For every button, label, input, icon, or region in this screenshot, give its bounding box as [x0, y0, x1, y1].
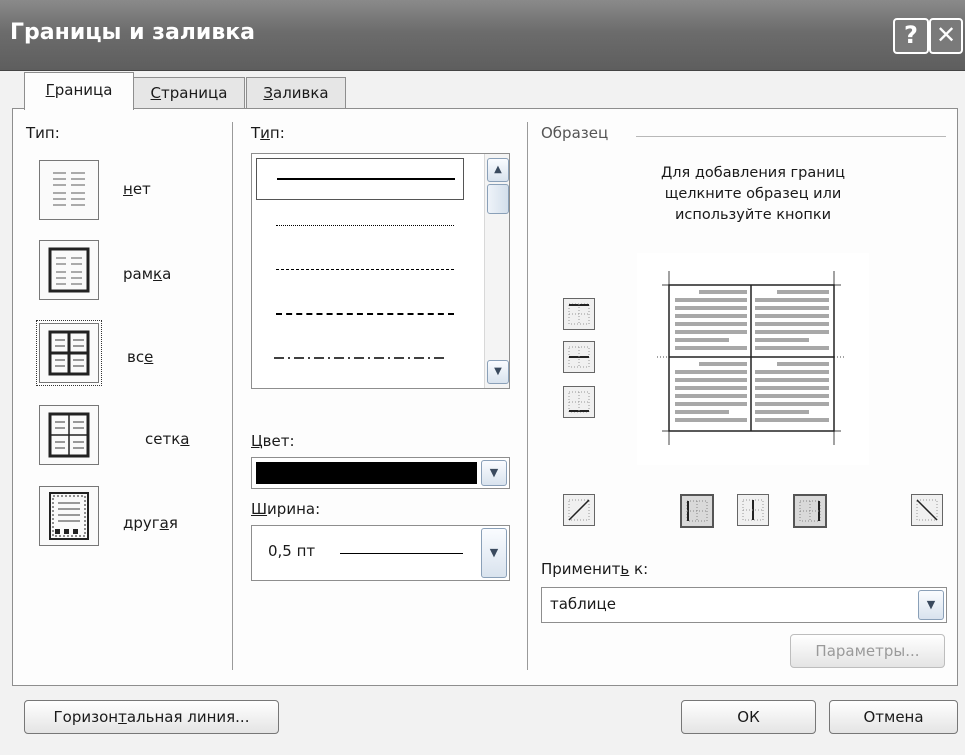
diagonal-up-icon — [568, 499, 590, 521]
border-inside-horizontal-button[interactable] — [563, 341, 595, 373]
color-label: Цвет: — [251, 432, 295, 450]
window-title: Границы и заливка — [10, 20, 256, 45]
cancel-button[interactable]: Отмена — [829, 700, 958, 734]
border-inside-vertical-icon — [742, 499, 764, 521]
border-grid-icon — [48, 412, 90, 458]
apply-to-dropdown[interactable]: таблице ▼ — [541, 587, 947, 623]
width-sample-line — [340, 553, 463, 554]
border-bottom-icon — [568, 391, 590, 413]
preview-area[interactable] — [637, 253, 869, 465]
preset-grid[interactable] — [39, 405, 99, 465]
column-divider-left — [232, 122, 233, 670]
close-icon: ✕ — [935, 21, 957, 49]
dash-dot-line — [274, 357, 448, 359]
table-preview — [657, 271, 846, 445]
apply-to-label: Применить к: — [541, 560, 649, 578]
diagonal-up-button[interactable] — [563, 494, 595, 526]
line-style-dotted[interactable] — [256, 206, 462, 246]
apply-to-value: таблице — [550, 595, 616, 613]
tab-page-border[interactable]: Страница — [133, 77, 245, 110]
tab-border[interactable]: Граница — [24, 72, 134, 110]
style-label: Тип: — [251, 124, 285, 142]
preset-all-label: все — [127, 348, 154, 366]
width-value: 0,5 пт — [268, 542, 316, 560]
line-style-solid[interactable] — [256, 158, 464, 200]
preset-none[interactable] — [39, 160, 99, 220]
options-button[interactable]: Параметры... — [790, 634, 945, 668]
width-dropdown[interactable]: 0,5 пт ▼ — [251, 525, 510, 581]
help-icon: ? — [904, 21, 918, 49]
close-button[interactable]: ✕ — [929, 18, 963, 54]
border-top-icon — [568, 303, 590, 325]
diagonal-down-icon — [916, 499, 938, 521]
preset-box[interactable] — [39, 240, 99, 300]
chevron-down-icon: ▼ — [926, 598, 936, 611]
scroll-thumb[interactable] — [487, 184, 509, 214]
preset-grid-label: сетка — [145, 430, 190, 448]
border-custom-icon — [49, 492, 89, 540]
border-left-icon — [686, 500, 708, 522]
chevron-down-icon: ▼ — [489, 546, 499, 559]
diagonal-down-button[interactable] — [911, 494, 943, 526]
line-style-dashed-small[interactable] — [256, 250, 462, 290]
preset-box-label: рамка — [123, 265, 172, 283]
line-style-scrollbar[interactable]: ▲ ▼ — [484, 154, 509, 388]
horizontal-line-button[interactable]: Горизонтальная линия... — [24, 700, 279, 734]
border-box-icon — [48, 247, 90, 293]
column-divider-right — [527, 122, 528, 670]
preset-all[interactable] — [36, 320, 102, 386]
help-button[interactable]: ? — [893, 18, 929, 54]
preset-custom[interactable] — [39, 486, 99, 546]
line-style-list[interactable]: ▲ ▼ — [251, 153, 510, 389]
color-dropdown-button[interactable]: ▼ — [481, 460, 507, 486]
setting-label: Тип: — [26, 124, 60, 142]
border-all-icon — [48, 330, 90, 376]
preset-none-label: нет — [123, 180, 151, 198]
border-right-icon — [799, 500, 821, 522]
scroll-up-button[interactable]: ▲ — [487, 158, 509, 182]
chevron-down-icon: ▼ — [489, 466, 499, 479]
border-inside-vertical-button[interactable] — [737, 494, 769, 526]
preview-section-rule — [636, 136, 946, 137]
line-style-dash-dot[interactable] — [256, 338, 462, 378]
width-dropdown-button[interactable]: ▼ — [481, 528, 507, 578]
border-bottom-button[interactable] — [563, 386, 595, 418]
border-left-button[interactable] — [680, 494, 714, 528]
scroll-down-button[interactable]: ▼ — [487, 360, 509, 384]
preview-section-label: Образец — [541, 124, 609, 142]
width-label: Ширина: — [251, 500, 321, 518]
line-style-dashed[interactable] — [256, 294, 462, 334]
preset-custom-label: другая — [123, 514, 178, 532]
ok-button[interactable]: ОК — [681, 700, 816, 734]
apply-to-dropdown-button[interactable]: ▼ — [918, 590, 944, 620]
color-dropdown[interactable]: ▼ — [251, 457, 510, 489]
border-top-button[interactable] — [563, 298, 595, 330]
preview-hint: Для добавления границ щелкните образец и… — [660, 165, 846, 223]
title-bar: Границы и заливка ? ✕ — [0, 0, 965, 71]
chevron-up-icon: ▲ — [494, 164, 502, 175]
color-swatch — [256, 462, 477, 484]
border-inside-horizontal-icon — [568, 346, 590, 368]
border-none-icon — [53, 172, 85, 206]
border-right-button[interactable] — [793, 494, 827, 528]
tab-shading[interactable]: Заливка — [246, 77, 346, 110]
chevron-down-icon: ▼ — [494, 366, 502, 377]
